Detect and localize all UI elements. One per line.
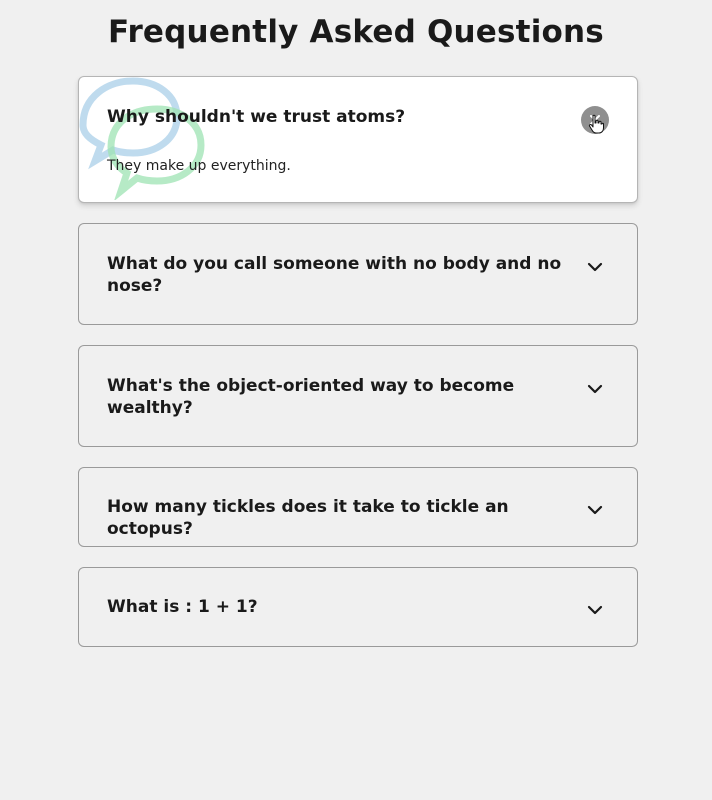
close-icon [590,115,600,125]
faq-question: What is : 1 + 1? [107,597,258,617]
faq-list: Why shouldn't we trust atoms? They make … [78,76,638,667]
faq-question: What's the object-oriented way to become… [107,376,515,418]
faq-item-5[interactable]: What is : 1 + 1? [78,567,638,647]
chevron-down-icon [587,505,603,515]
expand-button[interactable] [581,253,609,281]
collapse-button[interactable] [581,106,609,134]
faq-item-4[interactable]: How many tickles does it take to tickle … [78,467,638,547]
faq-question: What do you call someone with no body an… [107,254,562,296]
faq-question: Why shouldn't we trust atoms? [107,107,406,127]
page-title: Frequently Asked Questions [108,14,604,50]
chat-bubbles-icon [79,77,205,200]
faq-item-1: Why shouldn't we trust atoms? They make … [78,76,638,203]
expand-button[interactable] [581,375,609,403]
chevron-down-icon [587,262,603,272]
faq-item-2[interactable]: What do you call someone with no body an… [78,223,638,325]
expand-button[interactable] [581,496,609,524]
faq-answer: They make up everything. [107,158,291,174]
chevron-down-icon [587,384,603,394]
chevron-down-icon [587,605,603,615]
faq-item-3[interactable]: What's the object-oriented way to become… [78,345,638,447]
faq-question: How many tickles does it take to tickle … [107,497,509,539]
expand-button[interactable] [581,596,609,624]
